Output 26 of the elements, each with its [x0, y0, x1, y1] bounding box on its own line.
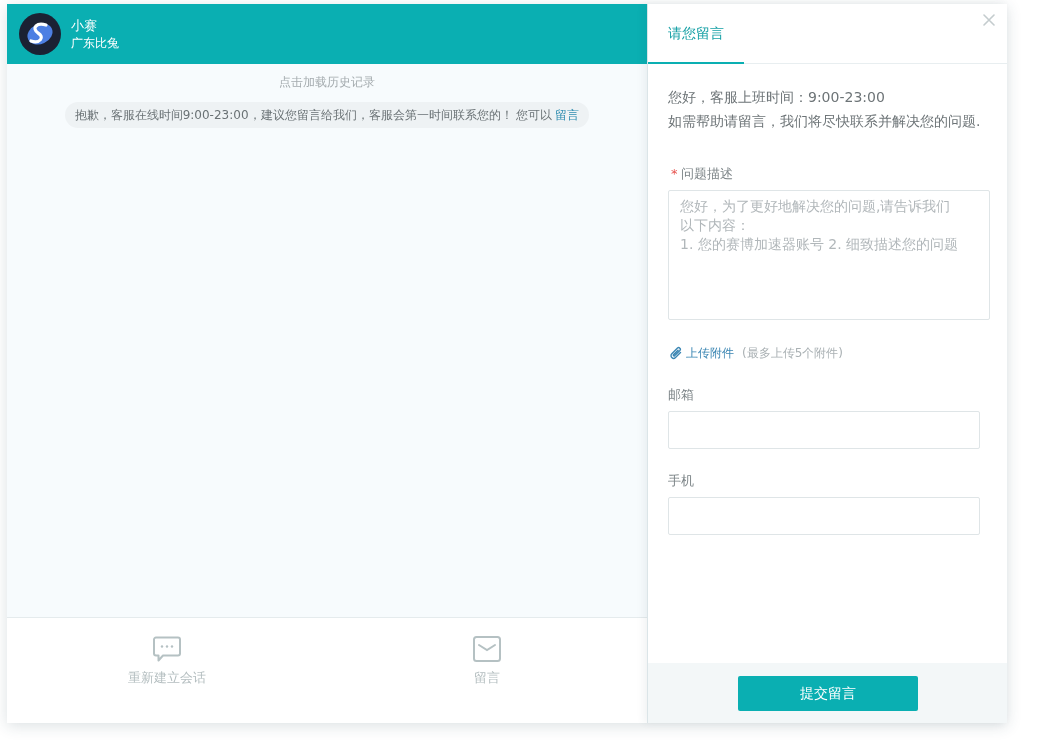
close-button[interactable] [983, 14, 995, 26]
panel-tab[interactable]: 请您留言 [648, 4, 744, 64]
upload-attachment-link[interactable]: 上传附件 [670, 344, 734, 362]
load-history-link[interactable]: 点击加载历史记录 [279, 73, 375, 91]
agent-company: 广东比兔 [71, 34, 119, 52]
field-label: 问题描述 [680, 166, 733, 181]
required-mark: * [671, 166, 678, 181]
intro-text: 如需帮助请留言，我们将尽快联系并解决您的问题. [668, 112, 982, 131]
intro-text: 您好，客服上班时间：9:00-23:00 [668, 88, 886, 107]
leave-message-link[interactable]: 留言 [555, 108, 580, 122]
offline-notice: 抱歉，客服在线时间9:00-23:00，建议您留言给我们，客服会第一时间联系您的！ 您可以 留言 [64, 102, 590, 128]
field-label: 手机 [668, 473, 694, 488]
envelope-icon [473, 636, 501, 662]
upload-limit-hint: (最多上传5个附件) [742, 345, 843, 362]
paperclip-icon [670, 346, 683, 360]
agent-name: 小赛 [71, 16, 98, 35]
text-input-field[interactable] [668, 497, 980, 535]
description-field[interactable]: 您好，为了更好地解决您的问题,请告诉我们以下内容： 1. 您的赛博加速器账号 2. 细致描述您的问题 [668, 190, 990, 320]
text-input-field[interactable] [668, 411, 980, 449]
logo-icon [19, 13, 61, 55]
close-icon [983, 14, 995, 26]
restart-chat-button[interactable]: 重新建立会话 [128, 618, 206, 688]
leave-message-button[interactable]: 留言 [473, 618, 501, 688]
field-label: 邮箱 [668, 387, 694, 402]
submit-button[interactable]: 提交留言 [737, 676, 918, 711]
chat-bubble-icon [153, 636, 181, 662]
